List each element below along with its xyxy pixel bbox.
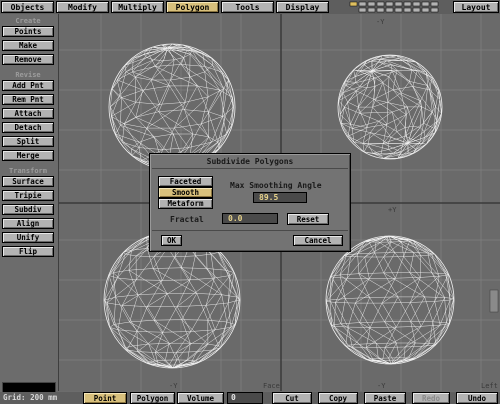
tab-multiply[interactable]: Multiply: [111, 1, 164, 13]
selection-count: 0: [227, 392, 263, 404]
tab-modify[interactable]: Modify: [56, 1, 109, 13]
ok-button[interactable]: OK: [161, 235, 182, 246]
subdivide-button[interactable]: Subdiv: [2, 204, 54, 215]
max-smoothing-angle-field[interactable]: 89.5: [253, 192, 307, 203]
axis-label-bottom-left: -Y: [169, 382, 178, 390]
flip-button[interactable]: Flip: [2, 246, 54, 257]
detach-button[interactable]: Detach: [2, 122, 54, 133]
axis-label-mid-right: +Y: [388, 206, 397, 214]
faceted-button[interactable]: Faceted: [158, 176, 213, 187]
layer-buttons[interactable]: [349, 1, 449, 13]
cut-button[interactable]: Cut: [272, 392, 312, 404]
grid-size-readout: Grid: 200 mm: [3, 393, 58, 402]
section-revise-header: Revise: [15, 71, 41, 79]
metaform-button[interactable]: Metaform: [158, 198, 213, 209]
tab-polygon[interactable]: Polygon: [166, 1, 219, 13]
volume-mode-button[interactable]: Volume: [177, 392, 224, 404]
section-create-header: Create: [15, 17, 41, 25]
polygon-mode-button[interactable]: Polygon: [130, 392, 175, 404]
dialog-title-divider: [152, 168, 348, 169]
section-transform-header: Transform: [9, 167, 47, 175]
undo-button[interactable]: Undo: [456, 392, 498, 404]
sphere-top-view: [108, 43, 236, 171]
sphere-perspective-view: [337, 54, 443, 160]
remove-button[interactable]: Remove: [2, 54, 54, 65]
fractal-field[interactable]: 0.0: [222, 213, 278, 224]
tripie-button[interactable]: Tripie: [2, 190, 54, 201]
layout-button[interactable]: Layout: [453, 1, 499, 13]
axis-label-top-right: -Y: [376, 18, 385, 26]
axis-label-bottom-right: -Y: [377, 382, 386, 390]
surface-button[interactable]: Surface: [2, 176, 54, 187]
merge-button[interactable]: Merge: [2, 150, 54, 161]
split-button[interactable]: Split: [2, 136, 54, 147]
tool-panel: Create Points Make Remove Revise Add Pnt…: [0, 14, 56, 403]
subdivide-polygons-dialog: Subdivide Polygons Faceted Smooth Metafo…: [149, 153, 351, 252]
tab-tools[interactable]: Tools: [221, 1, 274, 13]
remove-point-button[interactable]: Rem Pnt: [2, 94, 54, 105]
make-button[interactable]: Make: [2, 40, 54, 51]
copy-button[interactable]: Copy: [318, 392, 358, 404]
status-bar: Grid: 200 mm Point Polygon Volume 0 Cut …: [0, 392, 500, 404]
add-point-button[interactable]: Add Pnt: [2, 80, 54, 91]
smooth-button[interactable]: Smooth: [158, 187, 213, 198]
points-button[interactable]: Points: [2, 26, 54, 37]
redo-button[interactable]: Redo: [412, 392, 450, 404]
layer-grid-icon: [349, 1, 439, 13]
unify-button[interactable]: Unify: [2, 232, 54, 243]
cancel-button[interactable]: Cancel: [293, 235, 343, 246]
dialog-title: Subdivide Polygons: [206, 157, 294, 166]
sphere-face-view: [103, 231, 241, 369]
tab-objects[interactable]: Objects: [1, 1, 54, 13]
sphere-left-view: [325, 235, 455, 365]
max-smoothing-angle-label: Max Smoothing Angle: [230, 181, 322, 190]
dialog-bottom-divider: [152, 230, 348, 231]
view-label-left: Left: [481, 382, 498, 390]
reset-button[interactable]: Reset: [287, 213, 329, 225]
point-mode-button[interactable]: Point: [83, 392, 127, 404]
menu-bar: Objects Modify Multiply Polygon Tools Di…: [0, 0, 500, 14]
align-button[interactable]: Align: [2, 218, 54, 229]
view-label-face: Face: [263, 382, 280, 390]
tab-display[interactable]: Display: [276, 1, 329, 13]
viewport-scrollbar[interactable]: [489, 289, 499, 313]
attach-button[interactable]: Attach: [2, 108, 54, 119]
paste-button[interactable]: Paste: [364, 392, 406, 404]
fractal-label: Fractal: [170, 215, 204, 224]
